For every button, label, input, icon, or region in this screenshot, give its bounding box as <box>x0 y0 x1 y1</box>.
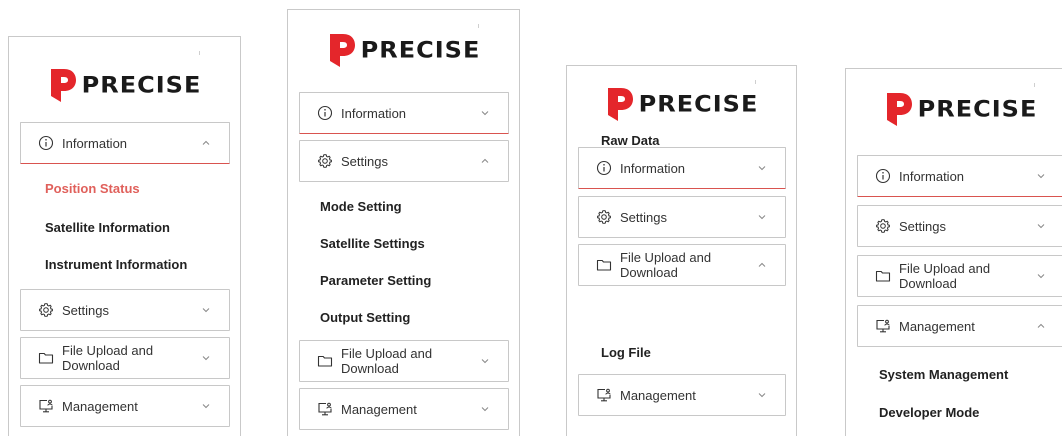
monitor-user-icon <box>317 401 333 417</box>
chevron-up-icon <box>1036 321 1046 331</box>
menu-management-label: Management <box>620 387 696 403</box>
submenu-mode-setting[interactable]: Mode Setting <box>320 199 402 214</box>
folder-icon <box>317 353 333 369</box>
menu-file-upload[interactable]: File Upload and Download <box>299 340 509 382</box>
brand-name: PRECISE <box>917 96 1038 122</box>
menu-file-upload-label: File Upload and Download <box>620 250 712 280</box>
folder-icon <box>875 268 891 284</box>
menu-file-upload-label: File Upload and Download <box>899 261 991 291</box>
menu-file-upload[interactable]: File Upload and Download <box>20 337 230 379</box>
menu-information[interactable]: Information <box>299 92 509 134</box>
precise-logo-icon <box>884 89 914 129</box>
submenu-instrument-information[interactable]: Instrument Information <box>45 257 187 272</box>
menu-settings-label: Settings <box>341 153 388 169</box>
folder-icon <box>38 350 54 366</box>
monitor-user-icon <box>38 398 54 414</box>
info-circle-icon <box>38 135 54 151</box>
menu-information-label: Information <box>899 168 965 184</box>
submenu-developer-mode[interactable]: Developer Mode <box>879 405 979 420</box>
chevron-down-icon <box>480 108 490 118</box>
chevron-down-icon <box>201 305 211 315</box>
monitor-user-icon <box>875 318 891 334</box>
menu-settings[interactable]: Settings <box>299 140 509 182</box>
info-circle-icon <box>596 160 612 176</box>
folder-icon <box>596 257 612 273</box>
nav-panel-information-open: PRECISE Information Position Status Sate… <box>8 36 241 436</box>
menu-management-label: Management <box>341 401 417 417</box>
nav-panel-settings-open: PRECISE Information Settings Mode Settin… <box>287 9 520 436</box>
gear-icon <box>875 218 891 234</box>
nav-panel-file-upload-open: PRECISE Information Settings File Upload… <box>566 65 797 436</box>
chevron-down-icon <box>757 390 767 400</box>
submenu-raw-data[interactable]: Raw Data <box>601 133 660 148</box>
submenu-output-setting[interactable]: Output Setting <box>320 310 410 325</box>
chevron-up-icon <box>757 260 767 270</box>
gear-icon <box>596 209 612 225</box>
menu-settings-label: Settings <box>62 302 109 318</box>
menu-file-upload-label: File Upload and Download <box>341 346 433 376</box>
chevron-down-icon <box>1036 271 1046 281</box>
precise-logo-icon <box>605 84 635 124</box>
menu-file-upload[interactable]: File Upload and Download <box>857 255 1062 297</box>
menu-information[interactable]: Information <box>857 155 1062 197</box>
gear-icon <box>38 302 54 318</box>
menu-settings-label: Settings <box>620 209 667 225</box>
brand-logo: PRECISE <box>846 69 1062 149</box>
brand-name: PRECISE <box>360 37 481 63</box>
menu-settings[interactable]: Settings <box>20 289 230 331</box>
menu-settings-label: Settings <box>899 218 946 234</box>
menu-settings[interactable]: Settings <box>578 196 786 238</box>
menu-management[interactable]: Management <box>578 374 786 416</box>
menu-management-label: Management <box>899 318 975 334</box>
menu-information-label: Information <box>62 135 128 151</box>
chevron-down-icon <box>1036 171 1046 181</box>
precise-logo-icon <box>48 65 78 105</box>
menu-settings[interactable]: Settings <box>857 205 1062 247</box>
chevron-up-icon <box>201 138 211 148</box>
brand-name: PRECISE <box>81 72 202 98</box>
precise-logo-icon <box>327 30 357 70</box>
chevron-down-icon <box>757 163 767 173</box>
chevron-down-icon <box>1036 221 1046 231</box>
brand-logo: PRECISE <box>9 45 240 125</box>
info-circle-icon <box>317 105 333 121</box>
menu-file-upload[interactable]: File Upload and Download <box>578 244 786 286</box>
menu-management[interactable]: Management <box>299 388 509 430</box>
panel-corner-mark <box>199 51 200 55</box>
submenu-satellite-information[interactable]: Satellite Information <box>45 220 170 235</box>
panel-corner-mark <box>1034 83 1035 87</box>
menu-information[interactable]: Information <box>578 147 786 189</box>
menu-information-label: Information <box>620 160 686 176</box>
brand-logo: PRECISE <box>288 10 519 90</box>
chevron-up-icon <box>480 156 490 166</box>
nav-panel-management-open: PRECISE Information Settings File Upload… <box>845 68 1062 436</box>
menu-management[interactable]: Management <box>857 305 1062 347</box>
gear-icon <box>317 153 333 169</box>
menu-management[interactable]: Management <box>20 385 230 427</box>
submenu-parameter-setting[interactable]: Parameter Setting <box>320 273 431 288</box>
menu-information-label: Information <box>341 105 407 121</box>
menu-information[interactable]: Information <box>20 122 230 164</box>
chevron-down-icon <box>757 212 767 222</box>
chevron-down-icon <box>201 401 211 411</box>
submenu-satellite-settings[interactable]: Satellite Settings <box>320 236 425 251</box>
panel-corner-mark <box>478 24 479 28</box>
menu-management-label: Management <box>62 398 138 414</box>
monitor-user-icon <box>596 387 612 403</box>
brand-name: PRECISE <box>638 91 759 117</box>
chevron-down-icon <box>201 353 211 363</box>
panel-corner-mark <box>755 80 756 84</box>
submenu-position-status[interactable]: Position Status <box>45 181 140 196</box>
chevron-down-icon <box>480 404 490 414</box>
chevron-down-icon <box>480 356 490 366</box>
submenu-system-management[interactable]: System Management <box>879 367 1008 382</box>
info-circle-icon <box>875 168 891 184</box>
menu-file-upload-label: File Upload and Download <box>62 343 154 373</box>
submenu-log-file[interactable]: Log File <box>601 345 651 360</box>
